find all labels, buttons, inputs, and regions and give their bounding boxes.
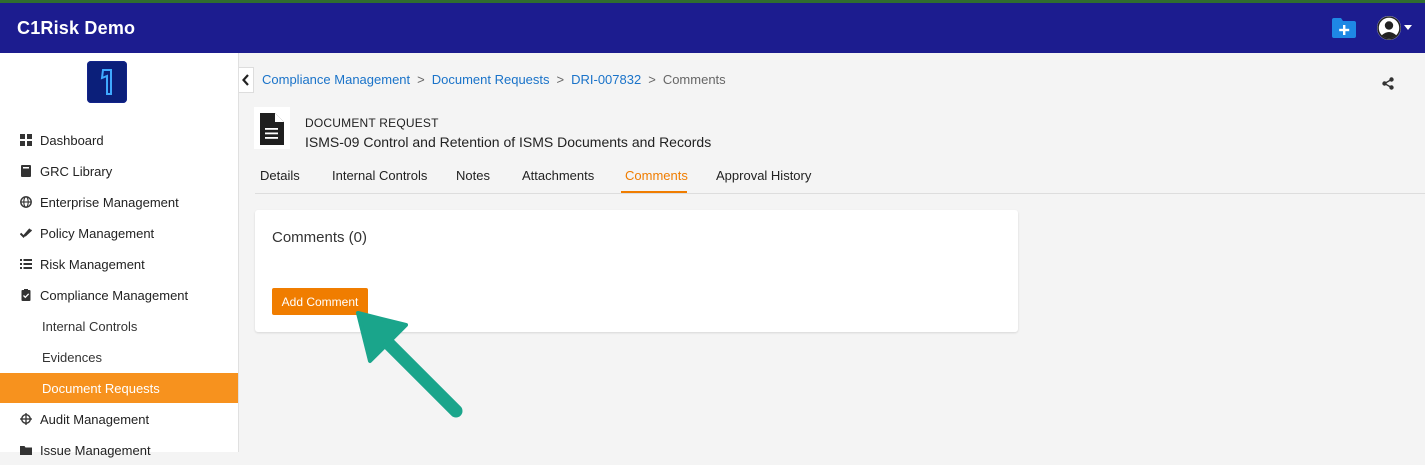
app-title[interactable]: C1Risk Demo [17,18,135,39]
chevron-left-icon [242,74,249,86]
breadcrumb-separator: > [556,72,565,87]
sidebar-item-label: Policy Management [40,226,155,241]
breadcrumb-separator: > [648,72,656,87]
company-logo[interactable] [87,61,127,103]
sidebar-item-label: Risk Management [40,257,145,272]
clipboard-check-icon [21,289,31,301]
sidebar-item-label: Evidences [42,350,102,365]
dashboard-icon [20,134,32,146]
active-tab-indicator [621,191,687,193]
user-icon [1377,16,1401,40]
add-folder-icon[interactable] [1331,17,1357,39]
folder-icon [20,446,32,455]
sidebar-item-audit-management[interactable]: Audit Management [0,404,238,434]
breadcrumb-link-document-requests[interactable]: Document Requests [432,72,550,87]
sidebar-item-label: Dashboard [40,133,104,148]
sidebar-item-label: Enterprise Management [40,195,179,210]
book-icon [21,165,31,177]
breadcrumb-link-record[interactable]: DRI-007832 [571,72,641,87]
pointer-arrow-icon [356,311,463,418]
breadcrumb-current: Comments [662,72,726,87]
globe-icon [20,196,32,208]
tab-attachments[interactable]: Attachments [522,168,594,183]
tab-comments[interactable]: Comments [625,168,688,183]
list-icon [20,259,32,269]
document-type-icon-wrapper [254,107,290,149]
record-title: ISMS-09 Control and Retention of ISMS Do… [305,134,712,150]
record-type: DOCUMENT REQUEST [305,116,439,130]
tab-internal-controls[interactable]: Internal Controls [332,168,427,183]
crosshair-icon [20,413,32,425]
sidebar-item-compliance-management[interactable]: Compliance Management [0,280,238,310]
collapse-sidebar-button[interactable] [239,67,254,93]
sidebar-item-policy-management[interactable]: Policy Management [0,218,238,248]
sidebar-item-dashboard[interactable]: Dashboard [0,125,238,155]
tab-approval-history[interactable]: Approval History [716,168,811,183]
sidebar: Dashboard GRC Library Enterprise Managem… [0,53,239,458]
sidebar-item-grc-library[interactable]: GRC Library [0,156,238,186]
sidebar-item-label: Document Requests [42,381,160,396]
logo-icon [100,69,112,95]
sidebar-item-label: Issue Management [40,443,151,458]
breadcrumb-link-compliance-management[interactable]: Compliance Management [262,72,410,87]
check-double-icon [20,228,32,238]
comments-heading: Comments (0) [272,229,368,246]
record-tabs: Details Internal Controls Notes Attachme… [255,160,1425,194]
sidebar-item-evidences[interactable]: Evidences [0,342,238,372]
sidebar-item-label: Internal Controls [42,319,138,334]
breadcrumb: Compliance Management > Document Requests >… [262,72,726,87]
sidebar-item-label: Compliance Management [40,288,189,303]
user-avatar[interactable] [1377,16,1401,40]
user-menu-caret-icon[interactable] [1404,25,1412,30]
share-icon[interactable] [1382,77,1394,90]
document-icon [260,113,284,145]
sidebar-item-label: GRC Library [40,164,113,179]
sidebar-item-issue-management[interactable]: Issue Management [0,435,238,465]
tab-details[interactable]: Details [260,168,300,183]
sidebar-item-internal-controls[interactable]: Internal Controls [0,311,238,341]
top-bar: C1Risk Demo [0,3,1425,53]
tab-notes[interactable]: Notes [456,168,490,183]
sidebar-item-enterprise-management[interactable]: Enterprise Management [0,187,238,217]
sidebar-item-document-requests[interactable]: Document Requests [0,373,238,403]
sidebar-item-risk-management[interactable]: Risk Management [0,249,238,279]
breadcrumb-separator: > [417,72,425,87]
sidebar-item-label: Audit Management [40,412,150,427]
